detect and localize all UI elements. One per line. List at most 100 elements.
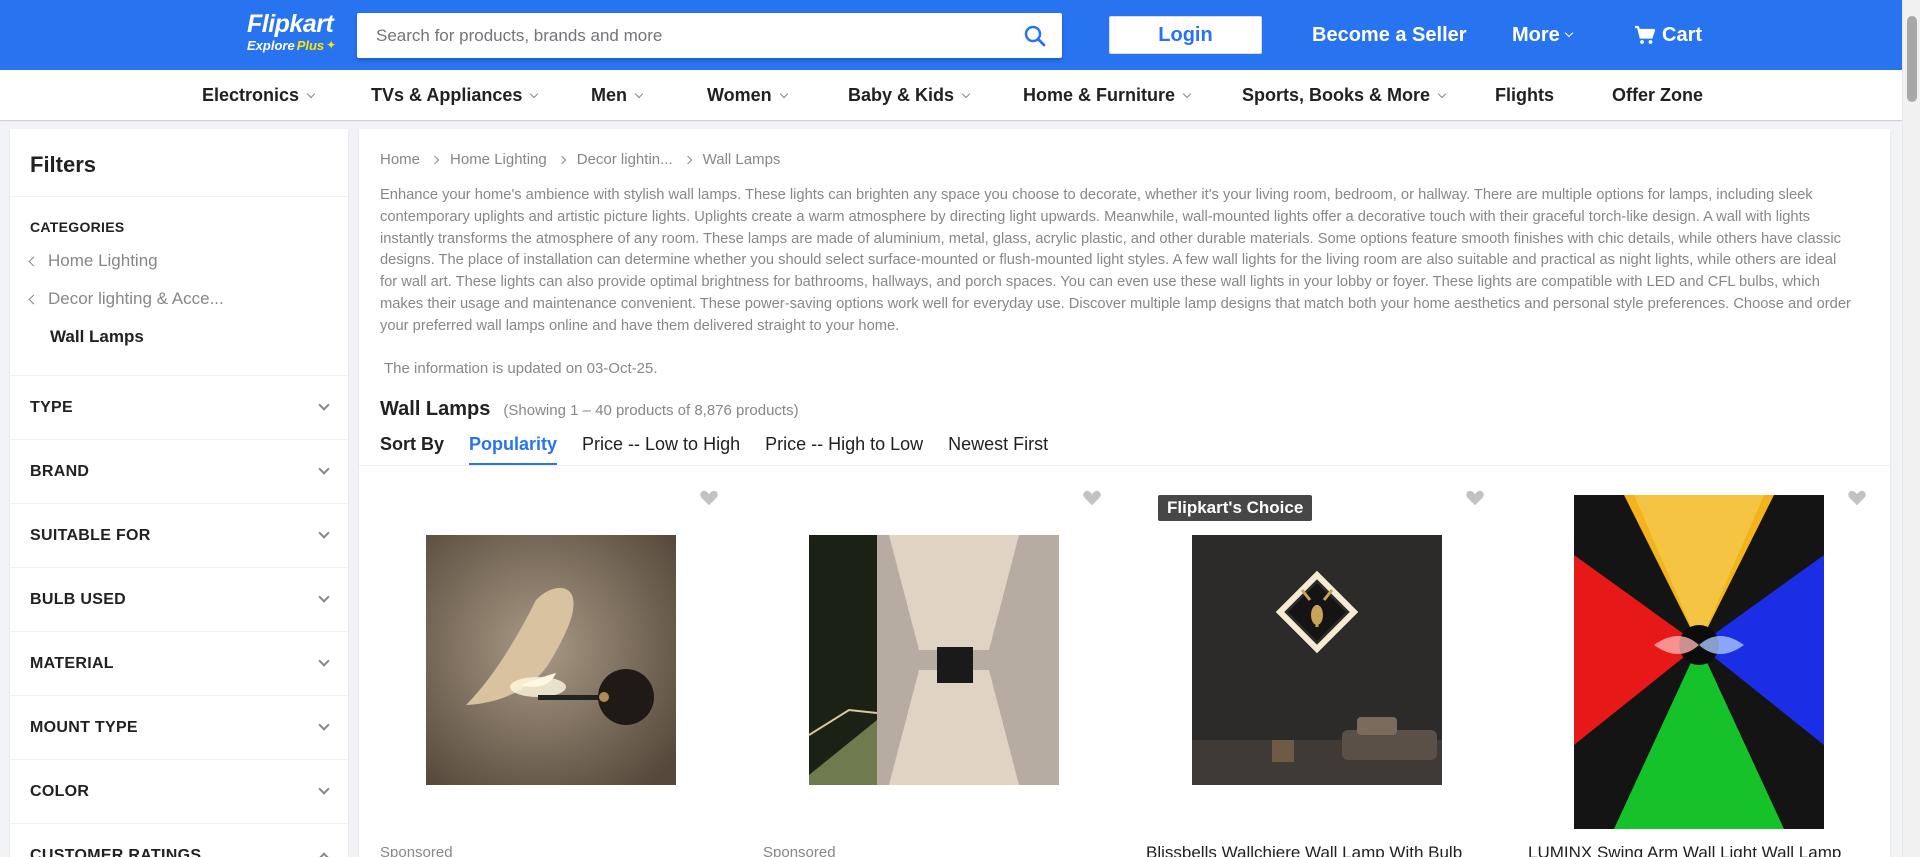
- category-label: Home Lighting: [48, 251, 158, 270]
- wishlist-heart-icon[interactable]: [1846, 487, 1868, 509]
- chevron-down-icon: [530, 89, 539, 98]
- facet-suitable-for[interactable]: SUITABLE FOR: [10, 504, 348, 568]
- logo-explore-text: Explore: [247, 38, 295, 53]
- product-card[interactable]: Sponsored: [742, 477, 1125, 857]
- categories-section: CATEGORIES Home Lighting Decor lighting …: [10, 197, 348, 376]
- chevron-down-icon: [1437, 89, 1447, 98]
- chevron-right-icon: [430, 155, 440, 164]
- scrollbar-thumb[interactable]: [1907, 16, 1917, 102]
- sort-price-low-high[interactable]: Price -- Low to High: [582, 434, 740, 472]
- facet-label: BULB USED: [30, 590, 127, 608]
- sponsored-label: Sponsored: [763, 844, 836, 857]
- search-input[interactable]: [357, 13, 1007, 58]
- product-image-deer-lamp[interactable]: [1192, 535, 1442, 785]
- facet-color[interactable]: COLOR: [10, 760, 348, 824]
- filters-sidebar: Filters CATEGORIES Home Lighting Decor l…: [10, 129, 348, 857]
- cart-link[interactable]: Cart: [1634, 23, 1702, 47]
- facet-mount-type[interactable]: MOUNT TYPE: [10, 696, 348, 760]
- nav-label: Women: [707, 85, 772, 105]
- product-image-cube-lamp[interactable]: [809, 535, 1059, 785]
- wishlist-heart-icon[interactable]: [1464, 487, 1486, 509]
- sort-popularity[interactable]: Popularity: [469, 434, 558, 472]
- filters-title: Filters: [10, 129, 348, 197]
- product-card[interactable]: Flipkart's Choice Blissbells Wallchiere …: [1125, 477, 1508, 857]
- login-button[interactable]: Login: [1109, 16, 1262, 54]
- more-menu[interactable]: More: [1512, 23, 1574, 47]
- product-name[interactable]: Blissbells Wallchiere Wall Lamp With Bul…: [1146, 843, 1486, 857]
- chevron-down-icon: [318, 719, 330, 731]
- nav-home-furniture[interactable]: Home & Furniture: [1023, 85, 1192, 106]
- cube-lamp-illustration: [809, 535, 1059, 785]
- wishlist-heart-icon[interactable]: [698, 487, 720, 509]
- sponsored-label: Sponsored: [380, 844, 453, 857]
- page-scrollbar[interactable]: [1902, 0, 1920, 857]
- results-title: Wall Lamps: [380, 398, 491, 420]
- breadcrumb-current: Wall Lamps: [702, 151, 781, 168]
- flipkart-logo[interactable]: Flipkart Explore Plus ✦: [247, 10, 347, 54]
- cart-icon: [1635, 25, 1656, 44]
- search-button[interactable]: [1007, 13, 1062, 58]
- nav-tvs-appliances[interactable]: TVs & Appliances: [371, 85, 539, 106]
- sort-newest-first[interactable]: Newest First: [948, 434, 1048, 472]
- nav-sports-books[interactable]: Sports, Books & More: [1242, 85, 1447, 106]
- product-card[interactable]: LUMINX Swing Arm Wall Light Wall Lamp: [1507, 477, 1890, 857]
- results-panel: Home Home Lighting Decor lightin... Wall…: [359, 129, 1890, 857]
- facet-type[interactable]: TYPE: [10, 376, 348, 440]
- chevron-down-icon: [318, 463, 330, 475]
- sort-bar: Sort By Popularity Price -- Low to High …: [380, 434, 1048, 472]
- nav-men[interactable]: Men: [591, 85, 644, 106]
- search-bar: [357, 13, 1062, 58]
- sort-price-high-low[interactable]: Price -- High to Low: [765, 434, 923, 472]
- facet-brand[interactable]: BRAND: [10, 440, 348, 504]
- breadcrumb-decor-lighting[interactable]: Decor lightin...: [577, 151, 673, 168]
- product-image-rgb-lamp[interactable]: [1574, 495, 1824, 829]
- results-count: (Showing 1 – 40 products of 8,876 produc…: [503, 402, 799, 419]
- breadcrumb-home[interactable]: Home: [380, 151, 420, 168]
- facet-label: BRAND: [30, 462, 90, 480]
- facet-material[interactable]: MATERIAL: [10, 632, 348, 696]
- product-card[interactable]: Sponsored: [359, 477, 742, 857]
- product-image-bird-lamp[interactable]: [426, 535, 676, 785]
- results-header: Wall Lamps (Showing 1 – 40 products of 8…: [380, 398, 799, 421]
- wishlist-heart-icon[interactable]: [1081, 487, 1103, 509]
- nav-electronics[interactable]: Electronics: [202, 85, 316, 106]
- logo-plus-text: Plus: [296, 38, 325, 53]
- chevron-right-icon: [557, 155, 566, 164]
- nav-label: Electronics: [202, 85, 300, 105]
- facet-label: TYPE: [30, 398, 73, 416]
- nav-label: Offer Zone: [1612, 85, 1704, 105]
- facet-bulb-used[interactable]: BULB USED: [10, 568, 348, 632]
- nav-label: Baby & Kids: [848, 85, 955, 105]
- divider: [359, 465, 1890, 466]
- chevron-down-icon: [306, 89, 316, 98]
- chevron-right-icon: [683, 155, 692, 164]
- category-nav: Electronics TVs & Appliances Men Women B…: [0, 70, 1902, 120]
- chevron-left-icon: [28, 294, 39, 304]
- nav-label: Flights: [1495, 85, 1554, 105]
- become-seller-link[interactable]: Become a Seller: [1312, 23, 1467, 47]
- sort-label: Sort By: [380, 434, 445, 454]
- chevron-down-icon: [961, 89, 971, 98]
- chevron-up-icon: [318, 852, 330, 857]
- chevron-down-icon: [318, 655, 330, 667]
- more-label: More: [1512, 24, 1560, 46]
- category-home-lighting[interactable]: Home Lighting: [28, 251, 348, 271]
- category-decor-lighting[interactable]: Decor lighting & Acce...: [28, 289, 348, 309]
- nav-label: Men: [591, 85, 627, 105]
- search-icon: [1024, 25, 1045, 46]
- nav-women[interactable]: Women: [707, 85, 788, 106]
- breadcrumb-home-lighting[interactable]: Home Lighting: [450, 151, 547, 168]
- top-header: Flipkart Explore Plus ✦ Login Become a S…: [0, 0, 1902, 70]
- updated-note: The information is updated on 03-Oct-25.: [384, 360, 658, 377]
- nav-baby-kids[interactable]: Baby & Kids: [848, 85, 971, 106]
- logo-wordmark: Flipkart: [247, 10, 334, 38]
- facet-label: MOUNT TYPE: [30, 718, 138, 736]
- nav-offer-zone[interactable]: Offer Zone: [1612, 85, 1703, 106]
- facet-label: SUITABLE FOR: [30, 526, 151, 544]
- chevron-down-icon: [318, 591, 330, 603]
- product-name[interactable]: LUMINX Swing Arm Wall Light Wall Lamp: [1528, 843, 1868, 857]
- nav-flights[interactable]: Flights: [1495, 85, 1554, 106]
- nav-label: Sports, Books & More: [1242, 85, 1431, 105]
- facet-customer-ratings[interactable]: CUSTOMER RATINGS: [10, 824, 348, 857]
- facet-label: COLOR: [30, 782, 90, 800]
